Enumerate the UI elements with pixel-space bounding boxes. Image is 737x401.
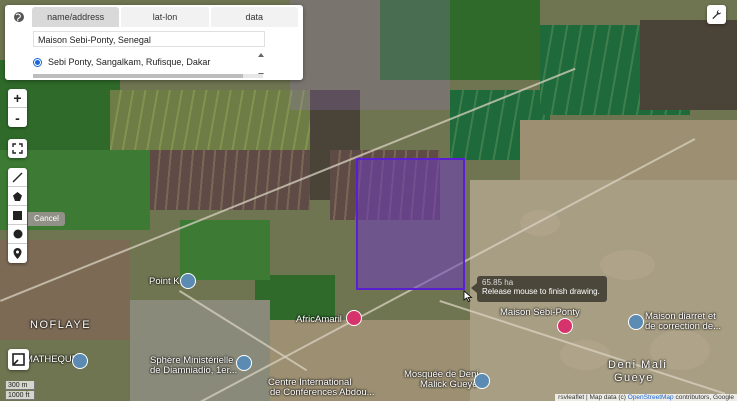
map-attribution: rsvleaflet | Map data (c) OpenStreetMap … [555, 394, 737, 401]
attribution-suffix: contributors, Google [673, 394, 734, 401]
wrench-icon[interactable] [707, 5, 726, 24]
place-label-deni-mali: Deni Mali [608, 359, 668, 371]
result-radio[interactable] [33, 57, 42, 67]
scale-metric: 300 m [5, 381, 35, 390]
poi-marker-icon[interactable] [474, 373, 490, 389]
geocoder-panel: name/address lat-lon data Maison Sebi-Po… [5, 5, 303, 80]
poi-marker-icon[interactable] [346, 310, 362, 326]
place-label-gueye: Gueye [614, 372, 654, 384]
attribution-prefix: rsvleaflet | Map data (c) [558, 394, 628, 401]
place-label-mosquee-2: Malick Gueye [420, 379, 478, 390]
place-label-maison-diarret-2: de correction de... [645, 321, 722, 332]
place-label-africamaril: AfricAmaril [296, 314, 342, 325]
poi-marker-icon[interactable] [72, 353, 88, 369]
map-field [150, 150, 310, 210]
cancel-drawing-button[interactable]: Cancel [28, 212, 65, 226]
scale-imperial: 1000 ft [5, 391, 35, 400]
horizontal-scrollbar[interactable] [33, 74, 263, 78]
layers-icon[interactable] [8, 349, 29, 370]
draw-polygon-icon[interactable] [8, 187, 27, 206]
draw-rectangle-icon[interactable] [8, 206, 27, 225]
map-field [180, 220, 270, 280]
place-label-point-k: Point K [149, 276, 180, 287]
poi-marker-icon[interactable] [180, 273, 196, 289]
scroll-up-icon[interactable] [258, 53, 264, 57]
tab-lat-lon[interactable]: lat-lon [121, 7, 209, 27]
draw-polyline-icon[interactable] [8, 168, 27, 187]
scale-bar: 300 m 1000 ft [5, 381, 35, 401]
draw-circle-icon[interactable] [8, 225, 27, 244]
result-label: Sebi Ponty, Sangalkam, Rufisque, Dakar [48, 57, 211, 67]
place-label-centre-2: de Conférences Abdou... [270, 387, 375, 398]
place-label-matheque: MATHEQUE [25, 354, 79, 365]
place-label-noflaye: NOFLAYE [30, 319, 92, 331]
draw-marker-icon[interactable] [8, 244, 27, 263]
geocoder-tabs: name/address lat-lon data [32, 7, 300, 27]
zoom-in-button[interactable]: + [8, 89, 27, 108]
map-overlay [290, 0, 450, 110]
map-field [640, 20, 737, 110]
globe-icon[interactable] [8, 8, 30, 26]
zoom-out-button[interactable]: - [8, 108, 27, 127]
draw-toolbar [8, 168, 27, 263]
tooltip-instruction: Release mouse to finish drawing. [482, 287, 600, 296]
poi-marker-icon[interactable] [628, 314, 644, 330]
fullscreen-control [8, 139, 27, 158]
tab-data[interactable]: data [210, 7, 298, 27]
scrollbar-thumb[interactable] [33, 74, 243, 78]
place-label-sphere-2: de Diamniadio, 1er... [150, 365, 238, 376]
poi-marker-icon[interactable] [236, 355, 252, 371]
zoom-control: + - [8, 89, 27, 127]
drawn-rectangle[interactable] [356, 158, 465, 290]
map-field [130, 300, 270, 401]
map-texture [600, 250, 655, 280]
draw-tooltip: 65.85 ha Release mouse to finish drawing… [471, 276, 607, 302]
poi-marker-icon[interactable] [557, 318, 573, 334]
tooltip-area: 65.85 ha [482, 278, 514, 287]
search-result-item[interactable]: Sebi Ponty, Sangalkam, Rufisque, Dakar [33, 54, 258, 70]
search-input[interactable]: Maison Sebi-Ponty, Senegal [33, 31, 265, 47]
attribution-osm-link[interactable]: OpenStreetMap [628, 394, 674, 401]
tab-name-address[interactable]: name/address [32, 7, 120, 27]
fullscreen-icon[interactable] [8, 139, 27, 158]
place-label-maison-sebi-ponty: Maison Sebi-Ponty [500, 307, 580, 318]
